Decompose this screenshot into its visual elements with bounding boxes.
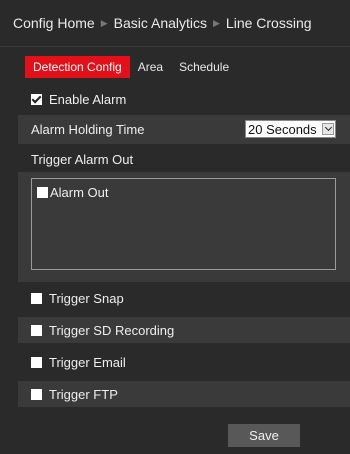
trigger-snap-row: Trigger Snap: [18, 285, 350, 311]
trigger-snap-checkbox[interactable]: [31, 292, 42, 304]
trigger-sd-recording-label: Trigger SD Recording: [49, 322, 175, 338]
alarm-holding-time-select[interactable]: 20 Seconds: [245, 120, 336, 138]
alarm-out-panel: Alarm Out: [18, 172, 350, 282]
breadcrumb-line-crossing: Line Crossing: [225, 15, 312, 31]
tab-area[interactable]: Area: [130, 56, 171, 78]
trigger-alarm-out-label: Trigger Alarm Out: [31, 151, 134, 167]
tab-bar: Detection Config Area Schedule: [25, 56, 237, 78]
breadcrumb-config-home[interactable]: Config Home: [13, 15, 95, 31]
trigger-ftp-row: Trigger FTP: [18, 381, 350, 407]
enable-alarm-checkbox[interactable]: [31, 93, 42, 105]
trigger-snap-label: Trigger Snap: [49, 290, 124, 306]
trigger-email-label: Trigger Email: [49, 354, 126, 370]
enable-alarm-row: Enable Alarm: [18, 86, 350, 112]
breadcrumb-basic-analytics[interactable]: Basic Analytics: [114, 15, 207, 31]
trigger-sd-recording-option[interactable]: Trigger SD Recording: [31, 323, 174, 338]
trigger-snap-option[interactable]: Trigger Snap: [31, 291, 124, 306]
trigger-sd-recording-checkbox[interactable]: [31, 324, 42, 336]
tab-detection-config[interactable]: Detection Config: [25, 56, 130, 78]
enable-alarm-label: Enable Alarm: [49, 91, 127, 107]
breadcrumb: Config Home ▶ Basic Analytics ▶ Line Cro…: [0, 0, 350, 47]
breadcrumb-separator-icon: ▶: [213, 17, 220, 28]
alarm-holding-time-value: 20 Seconds: [248, 121, 317, 137]
trigger-email-row: Trigger Email: [18, 349, 350, 375]
alarm-out-checkbox[interactable]: [37, 187, 48, 198]
alarm-holding-time-row: Alarm Holding Time 20 Seconds: [18, 115, 350, 144]
trigger-ftp-option[interactable]: Trigger FTP: [31, 387, 118, 402]
trigger-sd-recording-row: Trigger SD Recording: [18, 317, 350, 343]
enable-alarm-option[interactable]: Enable Alarm: [31, 92, 126, 107]
tab-schedule[interactable]: Schedule: [171, 56, 237, 78]
alarm-holding-time-label: Alarm Holding Time: [31, 122, 145, 137]
chevron-down-icon[interactable]: [322, 123, 334, 135]
trigger-ftp-checkbox[interactable]: [31, 388, 42, 400]
trigger-ftp-label: Trigger FTP: [49, 386, 118, 402]
alarm-out-label: Alarm Out: [50, 185, 109, 200]
trigger-email-option[interactable]: Trigger Email: [31, 355, 126, 370]
alarm-out-list: Alarm Out: [31, 178, 336, 270]
trigger-alarm-out-row: Trigger Alarm Out: [18, 146, 350, 172]
save-button[interactable]: Save: [228, 424, 300, 447]
trigger-email-checkbox[interactable]: [31, 356, 42, 368]
alarm-out-item[interactable]: Alarm Out: [37, 185, 109, 200]
breadcrumb-separator-icon: ▶: [100, 17, 108, 28]
